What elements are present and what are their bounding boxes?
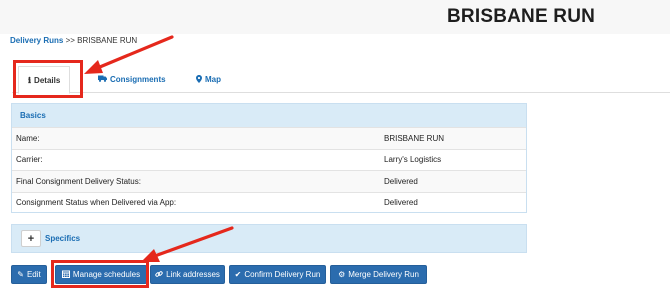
top-bar: BRISBANE RUN bbox=[0, 0, 670, 34]
breadcrumb-current: BRISBANE RUN bbox=[77, 36, 138, 45]
cogs-icon: ⚙ bbox=[338, 270, 346, 279]
basics-row-name: Name: BRISBANE RUN bbox=[12, 127, 526, 149]
edit-button[interactable]: ✎ Edit bbox=[11, 265, 47, 284]
breadcrumb-separator: >> bbox=[63, 36, 78, 45]
field-label: Name: bbox=[16, 133, 40, 143]
map-marker-icon bbox=[196, 74, 202, 85]
expand-specifics-button[interactable]: + bbox=[21, 230, 41, 247]
manage-schedules-highlight bbox=[51, 260, 149, 288]
pencil-icon: ✎ bbox=[17, 270, 24, 279]
link-addresses-button-label: Link addresses bbox=[166, 270, 220, 279]
basics-rows: Name: BRISBANE RUN Carrier: Larry's Logi… bbox=[12, 127, 526, 213]
field-value: Delivered bbox=[384, 198, 418, 208]
truck-icon bbox=[98, 75, 107, 84]
confirm-delivery-run-button-label: Confirm Delivery Run bbox=[244, 270, 321, 279]
merge-delivery-run-button-label: Merge Delivery Run bbox=[348, 270, 419, 279]
basics-panel-heading: Basics bbox=[12, 104, 526, 127]
tab-consignments[interactable]: Consignments bbox=[98, 66, 166, 93]
basics-row-carrier: Carrier: Larry's Logistics bbox=[12, 148, 526, 171]
specifics-panel: + Specifics bbox=[11, 224, 527, 253]
specifics-panel-heading[interactable]: Specifics bbox=[45, 234, 80, 243]
basics-row-final-status: Final Consignment Delivery Status: Deliv… bbox=[12, 170, 526, 192]
merge-delivery-run-button[interactable]: ⚙ Merge Delivery Run bbox=[330, 265, 427, 284]
field-label: Carrier: bbox=[16, 155, 43, 165]
edit-button-label: Edit bbox=[26, 270, 41, 279]
breadcrumb: Delivery Runs >> BRISBANE RUN bbox=[10, 36, 137, 45]
basics-panel: Basics Name: BRISBANE RUN Carrier: Larry… bbox=[11, 103, 527, 213]
field-label: Final Consignment Delivery Status: bbox=[16, 176, 141, 186]
breadcrumb-link-delivery-runs[interactable]: Delivery Runs bbox=[10, 36, 63, 45]
field-value: Delivered bbox=[384, 176, 418, 186]
tab-bar: ℹ Details Consignments Map bbox=[12, 66, 670, 94]
check-icon: ✔ bbox=[234, 270, 242, 279]
page-title: BRISBANE RUN bbox=[447, 6, 596, 27]
field-label: Consignment Status when Delivered via Ap… bbox=[16, 198, 177, 208]
tab-consignments-label: Consignments bbox=[110, 75, 166, 84]
confirm-delivery-run-button[interactable]: ✔ Confirm Delivery Run bbox=[229, 265, 326, 284]
field-value: Larry's Logistics bbox=[384, 155, 442, 165]
tab-map-label: Map bbox=[205, 75, 221, 84]
tab-map[interactable]: Map bbox=[196, 66, 221, 93]
link-icon bbox=[155, 270, 163, 280]
basics-row-app-status: Consignment Status when Delivered via Ap… bbox=[12, 191, 526, 214]
field-value: BRISBANE RUN bbox=[384, 133, 445, 143]
link-addresses-button[interactable]: Link addresses bbox=[150, 265, 225, 284]
details-tab-highlight bbox=[13, 60, 83, 98]
